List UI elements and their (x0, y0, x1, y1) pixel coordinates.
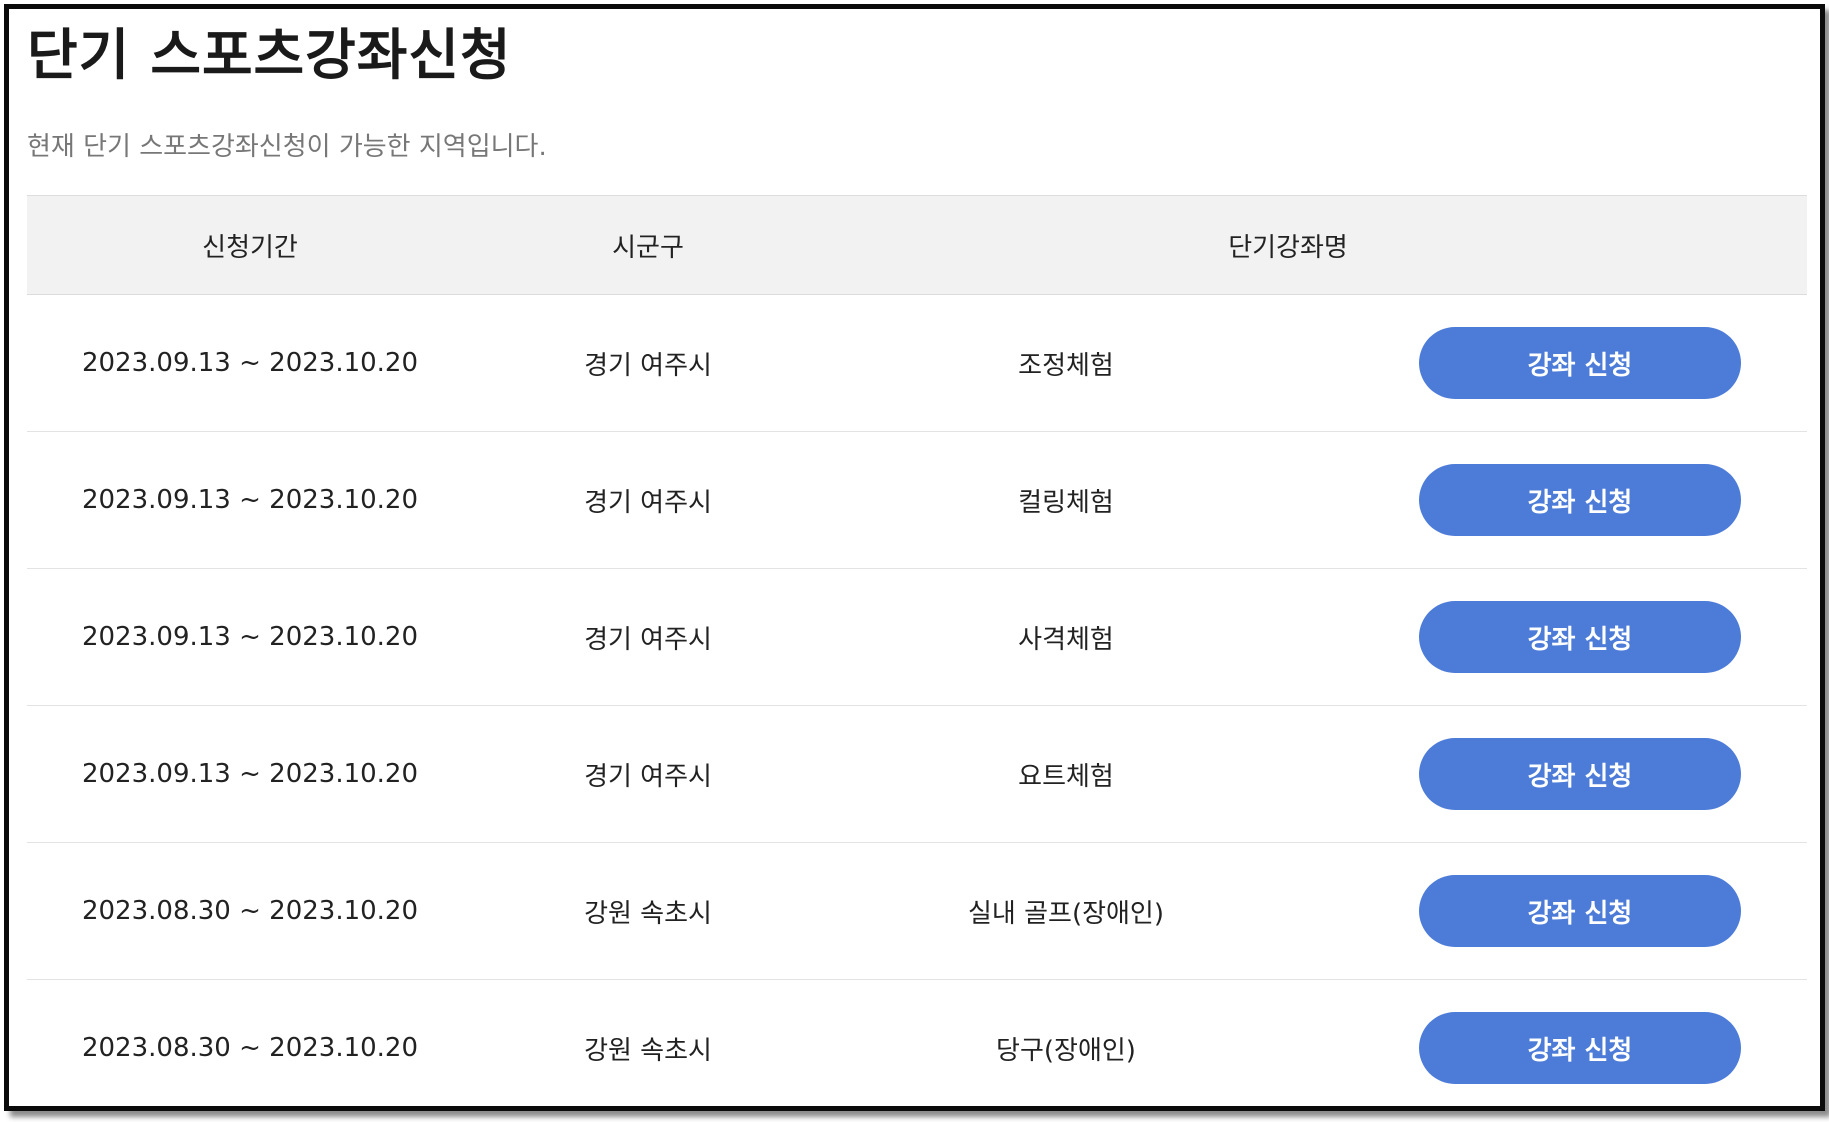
row-action-cell: 강좌 신청 (1309, 569, 1807, 705)
row-period: 2023.09.13 ~ 2023.10.20 (81, 348, 419, 378)
row-course-name: 컬링체험 (1018, 487, 1114, 518)
row-course-name: 실내 골프(장애인) (968, 898, 1164, 929)
row-region: 경기 여주시 (584, 624, 712, 655)
row-period: 2023.09.13 ~ 2023.10.20 (81, 622, 419, 652)
row-course-name: 사격체험 (1018, 624, 1114, 655)
row-period: 2023.08.30 ~ 2023.10.20 (81, 896, 419, 926)
page-subtitle: 현재 단기 스포츠강좌신청이 가능한 지역입니다. (27, 132, 547, 162)
row-course-name: 요트체험 (1018, 761, 1114, 792)
row-course-name: 조정체험 (1018, 350, 1114, 381)
apply-course-button[interactable]: 강좌 신청 (1419, 464, 1741, 536)
row-region: 경기 여주시 (584, 350, 712, 381)
row-period: 2023.09.13 ~ 2023.10.20 (81, 759, 419, 789)
apply-course-button[interactable]: 강좌 신청 (1419, 875, 1741, 947)
apply-course-button[interactable]: 강좌 신청 (1419, 327, 1741, 399)
row-action-cell: 강좌 신청 (1309, 706, 1807, 842)
row-action-cell: 강좌 신청 (1309, 843, 1807, 979)
apply-course-button[interactable]: 강좌 신청 (1419, 738, 1741, 810)
row-action-cell: 강좌 신청 (1309, 980, 1807, 1106)
table-row: 2023.08.30 ~ 2023.10.20 강원 속초시 실내 골프(장애인… (27, 843, 1807, 980)
row-action-cell: 강좌 신청 (1309, 432, 1807, 568)
course-table: 신청기간 시군구 단기강좌명 2023.09.13 ~ 2023.10.20 경… (27, 195, 1807, 1106)
table-row: 2023.09.13 ~ 2023.10.20 경기 여주시 사격체험 강좌 신… (27, 569, 1807, 706)
row-period: 2023.09.13 ~ 2023.10.20 (81, 485, 419, 515)
row-region: 경기 여주시 (584, 761, 712, 792)
table-row: 2023.09.13 ~ 2023.10.20 경기 여주시 조정체험 강좌 신… (27, 295, 1807, 432)
header-course-name: 단기강좌명 (1228, 232, 1348, 263)
row-period: 2023.08.30 ~ 2023.10.20 (81, 1033, 419, 1063)
row-action-cell: 강좌 신청 (1309, 295, 1807, 431)
table-header: 신청기간 시군구 단기강좌명 (27, 196, 1807, 295)
page-title: 단기 스포츠강좌신청 (27, 23, 512, 87)
apply-course-button[interactable]: 강좌 신청 (1419, 1012, 1741, 1084)
table-row: 2023.09.13 ~ 2023.10.20 경기 여주시 요트체험 강좌 신… (27, 706, 1807, 843)
row-region: 강원 속초시 (584, 1035, 712, 1066)
row-region: 경기 여주시 (584, 487, 712, 518)
apply-course-button[interactable]: 강좌 신청 (1419, 601, 1741, 673)
header-region: 시군구 (612, 232, 684, 263)
table-row: 2023.08.30 ~ 2023.10.20 강원 속초시 당구(장애인) 강… (27, 980, 1807, 1106)
row-region: 강원 속초시 (584, 898, 712, 929)
screenshot-frame: 단기 스포츠강좌신청 현재 단기 스포츠강좌신청이 가능한 지역입니다. 신청기… (4, 4, 1825, 1111)
header-period: 신청기간 (202, 232, 298, 263)
table-row: 2023.09.13 ~ 2023.10.20 경기 여주시 컬링체험 강좌 신… (27, 432, 1807, 569)
row-course-name: 당구(장애인) (996, 1035, 1136, 1066)
